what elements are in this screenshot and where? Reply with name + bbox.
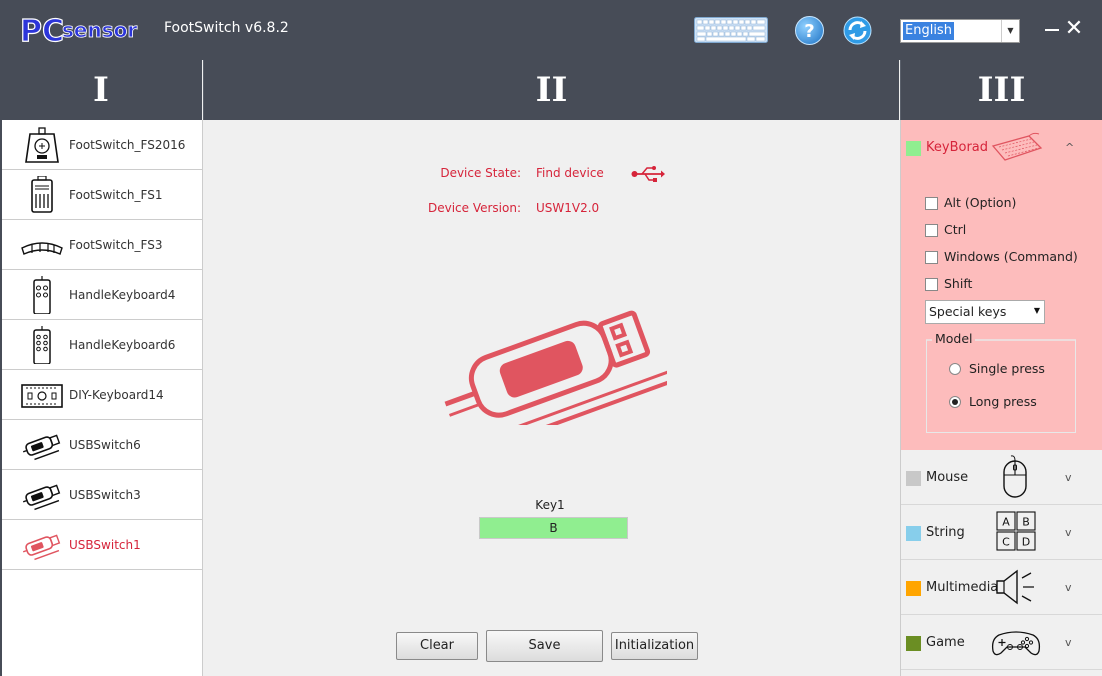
multimedia-color-swatch (906, 581, 921, 596)
chevron-up-icon[interactable]: ^ (1065, 120, 1074, 175)
language-value: English (903, 22, 954, 40)
mouse-icon (1003, 455, 1027, 498)
diy-keyboard14-icon (21, 384, 63, 408)
string-key-b: B (1022, 516, 1030, 529)
footswitch-fs2016-icon (25, 127, 59, 163)
device-item-handle6[interactable]: HandleKeyboard6 (2, 320, 202, 370)
svg-text:PC: PC (20, 14, 64, 47)
column-header-left: I (0, 60, 202, 120)
footswitch-fs3-icon (21, 242, 63, 255)
column-header-center: II (203, 60, 899, 120)
refresh-icon[interactable] (843, 16, 872, 45)
chevron-down-icon: ▼ (1033, 306, 1040, 315)
device-label: USBSwitch6 (69, 438, 141, 452)
device-version-value: USW1V2.0 (536, 201, 600, 215)
device-item-diy14[interactable]: DIY-Keyboard14 (2, 370, 202, 420)
svg-text:sensor: sensor (62, 18, 137, 42)
speaker-icon (996, 569, 1034, 605)
device-label: FootSwitch_FS1 (69, 188, 163, 202)
model-group (926, 340, 1076, 433)
chevron-down-icon[interactable]: v (1065, 450, 1072, 505)
category-label: Mouse (926, 470, 969, 485)
chevron-down-icon[interactable]: v (1065, 615, 1072, 670)
radio-button[interactable] (949, 363, 961, 375)
device-state-value: Find device (536, 166, 604, 180)
keyboard-options: Alt (Option) Ctrl Windows (Command) Shif… (901, 175, 1102, 450)
config-panel: KeyBorad ^ Alt (Option) Ctrl Windows (Co… (900, 120, 1102, 676)
device-panel: Device State: Find device Device Version… (203, 120, 900, 676)
title-bar: PC sensor FootSwitch v6.8.2 ? English ▼ … (0, 0, 1102, 60)
usb-switch6-icon (22, 434, 61, 461)
keyboard-color-swatch (906, 141, 921, 156)
device-item-fs1[interactable]: FootSwitch_FS1 (2, 170, 202, 220)
category-multimedia[interactable]: Multimedia v (901, 560, 1102, 615)
device-label: USBSwitch3 (69, 488, 141, 502)
category-label: String (926, 525, 965, 540)
usb-switch3-icon (22, 484, 61, 511)
handle-keyboard4-icon (33, 276, 51, 314)
device-label: FootSwitch_FS2016 (69, 138, 186, 152)
help-icon[interactable]: ? (795, 16, 824, 45)
device-label: HandleKeyboard6 (69, 338, 176, 352)
string-key-d: D (1022, 536, 1030, 549)
category-label: Multimedia (926, 580, 999, 595)
device-item-handle4[interactable]: HandleKeyboard4 (2, 270, 202, 320)
key-label: Key1 (535, 498, 565, 512)
chevron-down-icon: ▼ (1001, 20, 1019, 42)
usb-switch-illustration (444, 310, 667, 425)
radio-button-selected[interactable] (949, 396, 961, 408)
column-header-right: III (900, 60, 1102, 120)
app-title: FootSwitch v6.8.2 (164, 20, 289, 36)
device-label: FootSwitch_FS3 (69, 238, 163, 252)
device-item-usbswitch3[interactable]: USBSwitch3 (2, 470, 202, 520)
keyboard-icon[interactable] (694, 17, 768, 43)
pcsensor-logo: PC sensor (20, 13, 138, 47)
initialization-button[interactable]: Initialization (611, 632, 698, 660)
category-label: Game (926, 635, 965, 650)
language-select[interactable]: English ▼ (900, 19, 1020, 43)
keyboard-icon (991, 132, 1043, 161)
mouse-color-swatch (906, 471, 921, 486)
chevron-down-icon[interactable]: v (1065, 505, 1072, 560)
device-label: USBSwitch1 (69, 538, 141, 552)
chevron-down-icon[interactable]: v (1065, 560, 1072, 615)
checkbox[interactable] (925, 251, 938, 264)
device-version-label: Device Version: (427, 201, 521, 215)
save-button[interactable]: Save (486, 630, 603, 662)
category-mouse[interactable]: Mouse v (901, 450, 1102, 505)
close-button[interactable]: ✕ (1064, 18, 1084, 40)
minimize-button[interactable] (1045, 29, 1059, 31)
string-keys-icon: A B C D (996, 511, 1036, 551)
special-keys-select[interactable]: Special keys ▼ (925, 300, 1045, 324)
device-label: HandleKeyboard4 (69, 288, 176, 302)
clear-button[interactable]: Clear (396, 632, 478, 660)
device-state-label: Device State: (440, 166, 521, 180)
usb-switch1-icon (22, 534, 61, 561)
game-color-swatch (906, 636, 921, 651)
category-string[interactable]: String A B C D v (901, 505, 1102, 560)
device-item-usbswitch6[interactable]: USBSwitch6 (2, 420, 202, 470)
string-key-a: A (1002, 516, 1010, 529)
checkbox[interactable] (925, 278, 938, 291)
string-key-c: C (1002, 536, 1010, 549)
checkbox[interactable] (925, 224, 938, 237)
device-label: DIY-Keyboard14 (69, 388, 164, 402)
checkbox[interactable] (925, 197, 938, 210)
string-color-swatch (906, 526, 921, 541)
gamepad-icon (991, 631, 1041, 656)
model-legend: Model (933, 331, 975, 346)
key-value-field[interactable]: B (479, 517, 628, 539)
handle-keyboard6-icon (33, 326, 51, 364)
category-game[interactable]: Game v (901, 615, 1102, 670)
category-label: KeyBorad (926, 140, 989, 155)
footswitch-fs1-icon (31, 176, 53, 213)
device-item-usbswitch1[interactable]: USBSwitch1 (2, 520, 202, 570)
device-item-fs3[interactable]: FootSwitch_FS3 (2, 220, 202, 270)
device-item-fs2016[interactable]: FootSwitch_FS2016 (2, 120, 202, 170)
category-keyboard[interactable]: KeyBorad ^ (901, 120, 1102, 175)
usb-icon (631, 166, 665, 182)
device-list: FootSwitch_FS2016 FootSwitch_FS1 FootSwi… (0, 120, 203, 676)
